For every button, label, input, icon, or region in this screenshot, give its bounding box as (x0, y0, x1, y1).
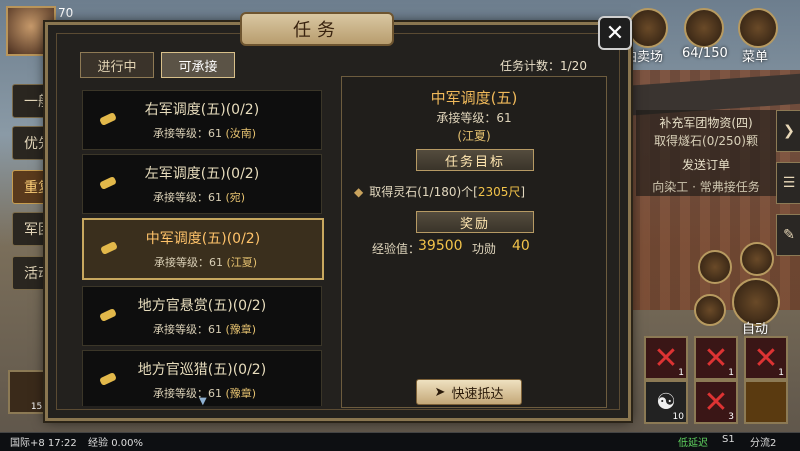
side-task-hint: 向染工 · 常弗接任务 (652, 180, 760, 194)
quest-list-item[interactable]: 地方官悬赏(五)(0/2) 承接等级：61 (豫章) (82, 286, 322, 346)
quest-list[interactable]: 右军调度(五)(0/2) 承接等级：61 (汝南) 左军调度(五)(0/2) 承… (80, 84, 325, 406)
close-button[interactable]: ✕ (598, 16, 632, 50)
player-level: 70 (58, 6, 74, 20)
side-task-name: 补充军团物资(四) (659, 116, 753, 130)
skill-slot-5[interactable]: ✕ 3 (694, 380, 738, 424)
scroll-down-icon[interactable]: ▼ (199, 396, 207, 407)
quest-list-item[interactable]: 左军调度(五)(0/2) 承接等级：61 (宛) (82, 154, 322, 214)
menu-icon[interactable] (738, 8, 778, 48)
quest-detail: 中军调度(五) 承接等级：61 (江夏) 任务目标 ◆ 取得灵石(1/180)个[… (341, 76, 607, 408)
skill-slot-3[interactable]: ✕ 1 (744, 336, 788, 380)
bag-icon[interactable] (684, 8, 724, 48)
exp-bar: 经验 0.00% (88, 438, 143, 449)
quest-counter: 任务计数：1/20 (500, 59, 587, 73)
fast-travel-icon: ➤ (434, 384, 446, 400)
latency-status: 低延迟 (678, 438, 708, 449)
collapse-arrow-icon[interactable]: ❯ (776, 110, 800, 152)
skill-slot-2[interactable]: ✕ 1 (694, 336, 738, 380)
side-task-action[interactable]: 发送订单 (636, 156, 776, 173)
quest-list-item-selected[interactable]: 中军调度(五)(0/2) 承接等级：61 (江夏) (82, 218, 324, 280)
edit-icon[interactable]: ✎ (776, 214, 800, 256)
goal-section-title: 任务目标 (416, 149, 534, 171)
list-icon[interactable]: ☰ (776, 162, 800, 204)
panel-title: 任务 (240, 12, 394, 46)
detail-requirement: 承接等级：61 (436, 111, 512, 125)
goal-text[interactable]: ◆ 取得灵石(1/180)个[2305尺] (354, 183, 525, 200)
chat-icon[interactable] (740, 242, 774, 276)
clock: 国际+8 17:22 (10, 438, 77, 449)
auto-label: 自动 (742, 322, 769, 337)
diamond-icon: ◆ (354, 185, 364, 199)
skill-slot-4[interactable]: ☯ 10 (644, 380, 688, 424)
detail-place: (江夏) (457, 129, 491, 143)
tab-in-progress[interactable]: 进行中 (80, 52, 154, 78)
server-label: S1 (722, 434, 735, 445)
merit-label: 功勋 (472, 242, 497, 256)
fast-travel-button[interactable]: ➤ 快速抵达 (416, 379, 522, 405)
merit-value: 40 (512, 238, 530, 254)
side-task-goal: 取得燧石(0/250)颗 (654, 134, 758, 148)
side-task-tracker[interactable]: 补充军团物资(四) 取得燧石(0/250)颗 发送订单 向染工 · 常弗接任务 (636, 110, 776, 196)
mount-icon[interactable] (698, 250, 732, 284)
target-icon[interactable] (694, 294, 726, 326)
menu-label: 菜单 (742, 50, 769, 65)
tab-available[interactable]: 可承接 (161, 52, 235, 78)
quest-list-item[interactable]: 右军调度(五)(0/2) 承接等级：61 (汝南) (82, 90, 322, 150)
exp-label: 经验值： (372, 242, 421, 256)
exp-value: 39500 (418, 238, 463, 254)
skill-slot-1[interactable]: ✕ 1 (644, 336, 688, 380)
reward-section-title: 奖励 (416, 211, 534, 233)
channel-select[interactable]: 分流2 (750, 434, 776, 449)
auction-icon[interactable] (628, 8, 668, 48)
bag-count: 64/150 (682, 46, 728, 61)
skill-slot-6[interactable] (744, 380, 788, 424)
detail-title: 中军调度(五) (430, 89, 518, 107)
